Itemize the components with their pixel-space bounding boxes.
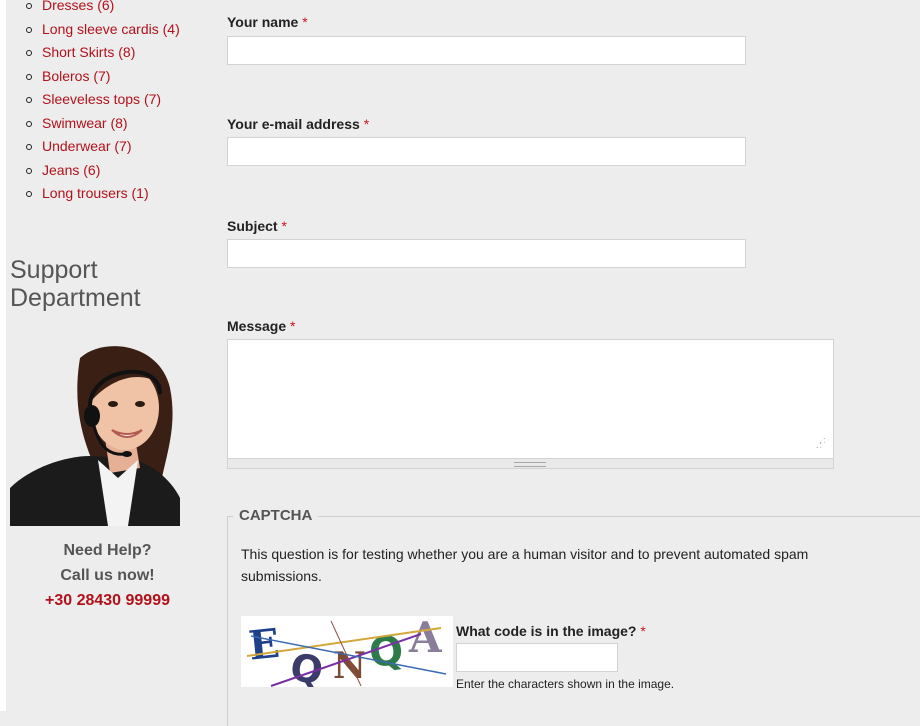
contact-form: Your name * Your e-mail address * Subjec… bbox=[227, 0, 920, 726]
category-link-jeans[interactable]: Jeans (6) bbox=[42, 162, 100, 178]
required-marker: * bbox=[640, 623, 646, 639]
captcha-question-label: What code is in the image? * bbox=[456, 623, 646, 639]
captcha-help-text: Enter the characters shown in the image. bbox=[456, 677, 675, 691]
message-label: Message * bbox=[227, 318, 296, 334]
resize-corner-icon[interactable]: .:.: bbox=[816, 436, 826, 450]
captcha-description: This question is for testing whether you… bbox=[241, 546, 809, 584]
category-item: Short Skirts (8) bbox=[26, 41, 180, 65]
message-label-text: Message bbox=[227, 318, 287, 334]
required-marker: * bbox=[363, 116, 370, 132]
category-link-boleros[interactable]: Boleros (7) bbox=[42, 68, 110, 84]
captcha-answer-field[interactable] bbox=[456, 643, 618, 672]
grip-handle-icon[interactable] bbox=[514, 462, 546, 467]
email-label: Your e-mail address * bbox=[227, 116, 369, 132]
email-field[interactable] bbox=[227, 137, 746, 166]
bullet-icon bbox=[26, 191, 32, 197]
subject-label-text: Subject bbox=[227, 218, 278, 234]
category-link-underwear[interactable]: Underwear (7) bbox=[42, 138, 131, 154]
bullet-icon bbox=[26, 167, 32, 174]
captcha-code-graphic: E Q N Q A bbox=[241, 613, 453, 694]
support-agent-illustration bbox=[10, 338, 180, 526]
page-left-edge bbox=[0, 0, 6, 711]
captcha-char-5: A bbox=[408, 616, 443, 662]
help-box: Need Help? Call us now! +30 28430 99999 bbox=[10, 538, 205, 614]
bullet-icon bbox=[26, 120, 32, 127]
need-help-text: Need Help? bbox=[63, 542, 152, 559]
captcha-fieldset: CAPTCHA This question is for testing whe… bbox=[227, 507, 920, 726]
category-item: Long sleeve cardis (4) bbox=[26, 18, 180, 42]
sidebar: Dresses (6) Long sleeve cardis (4) Short… bbox=[10, 0, 215, 711]
support-phone-number[interactable]: +30 28430 99999 bbox=[10, 588, 205, 614]
captcha-char-1: E bbox=[246, 620, 281, 670]
required-marker: * bbox=[290, 318, 296, 334]
bullet-icon bbox=[26, 73, 32, 80]
email-label-text: Your e-mail address bbox=[227, 116, 360, 132]
category-link-long-sleeve-cardis[interactable]: Long sleeve cardis (4) bbox=[42, 21, 180, 37]
name-label: Your name * bbox=[227, 14, 308, 30]
category-item: Boleros (7) bbox=[26, 65, 180, 89]
category-link-dresses[interactable]: Dresses (6) bbox=[42, 0, 114, 13]
message-textarea[interactable] bbox=[227, 339, 834, 458]
captcha-image: E Q N Q A bbox=[241, 613, 453, 694]
required-marker: * bbox=[302, 14, 308, 30]
captcha-char-2: Q bbox=[287, 645, 326, 687]
support-department-heading: Support Department bbox=[10, 256, 210, 312]
category-link-swimwear[interactable]: Swimwear (8) bbox=[42, 115, 128, 131]
bullet-icon bbox=[26, 144, 32, 150]
captcha-question-text: What code is in the image? bbox=[456, 623, 637, 639]
name-label-text: Your name bbox=[227, 14, 299, 30]
category-link-long-trousers[interactable]: Long trousers (1) bbox=[42, 185, 149, 201]
bullet-icon bbox=[26, 50, 32, 56]
category-item: Jeans (6) bbox=[26, 159, 180, 183]
category-item: Sleeveless tops (7) bbox=[26, 88, 180, 112]
captcha-legend: CAPTCHA bbox=[233, 507, 319, 524]
textarea-resize-grip[interactable] bbox=[227, 458, 834, 469]
support-agent-photo bbox=[10, 338, 180, 526]
captcha-char-3: N bbox=[333, 645, 366, 687]
category-link-sleeveless-tops[interactable]: Sleeveless tops (7) bbox=[42, 91, 161, 107]
bullet-icon bbox=[26, 26, 32, 33]
category-link-short-skirts[interactable]: Short Skirts (8) bbox=[42, 44, 135, 60]
category-list: Dresses (6) Long sleeve cardis (4) Short… bbox=[26, 0, 180, 206]
name-field[interactable] bbox=[227, 36, 746, 65]
required-marker: * bbox=[281, 218, 287, 234]
category-item: Dresses (6) bbox=[26, 0, 180, 18]
call-us-text: Call us now! bbox=[60, 567, 155, 584]
subject-field[interactable] bbox=[227, 239, 746, 268]
category-item: Swimwear (8) bbox=[26, 112, 180, 136]
subject-label: Subject * bbox=[227, 218, 287, 234]
category-item: Long trousers (1) bbox=[26, 182, 180, 206]
bullet-icon bbox=[26, 3, 32, 9]
support-title-line2: Department bbox=[10, 284, 141, 312]
support-title-line1: Support bbox=[10, 256, 98, 284]
bullet-icon bbox=[26, 97, 32, 103]
category-item: Underwear (7) bbox=[26, 135, 180, 159]
